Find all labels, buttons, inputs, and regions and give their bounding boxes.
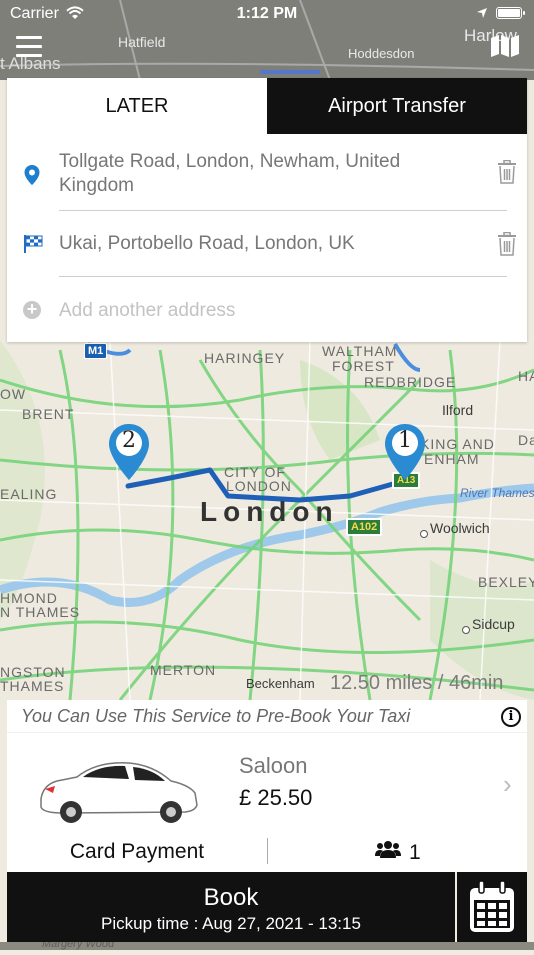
map-label-barking: KING AND — [420, 436, 495, 452]
road-sign-a102: A102 — [346, 518, 383, 536]
map-label-ealing: EALING — [0, 486, 58, 502]
map-label-ow: OW — [0, 386, 27, 402]
map-label-haringey: HARINGEY — [204, 350, 286, 366]
prebook-notice: You Can Use This Service to Pre-Book You… — [21, 706, 411, 726]
marker-2-label: 2 — [122, 428, 136, 453]
booking-type-tabs: LATER Airport Transfer — [7, 78, 527, 134]
vehicle-price: £ 25.50 — [239, 785, 313, 810]
map-icon[interactable] — [490, 34, 520, 58]
map-label-city-london: LONDON — [226, 478, 292, 494]
marker-2[interactable]: 2 — [106, 422, 152, 484]
add-address-placeholder: Add another address — [59, 300, 236, 321]
map-label-brent: BRENT — [22, 406, 75, 422]
location-pin-icon — [23, 164, 41, 191]
payment-divider — [267, 838, 268, 864]
map-label-dagenham: ENHAM — [424, 451, 480, 467]
address-card: LATER Airport Transfer Tollgate Road, Lo… — [7, 78, 527, 342]
map-label-woolwich: Woolwich — [430, 520, 490, 536]
location-arrow-icon — [476, 6, 488, 24]
map-label-thames: N THAMES — [0, 604, 81, 620]
book-label: Book — [203, 884, 259, 911]
book-button[interactable]: Book Pickup time : Aug 27, 2021 - 13:15 — [7, 872, 455, 942]
road-sign-m1: M1 — [84, 343, 108, 359]
map-label-thames-2: THAMES — [0, 678, 65, 694]
chevron-right-icon[interactable]: › — [503, 769, 512, 800]
calendar-button[interactable] — [457, 872, 527, 942]
map-label-forest: FOREST — [332, 358, 395, 374]
dropoff-address-text: Ukai, Portobello Road, London, UK — [59, 233, 355, 254]
payment-method[interactable]: Card Payment — [7, 840, 267, 864]
battery-icon — [496, 7, 525, 19]
plus-circle-icon: + — [23, 300, 41, 319]
map-label-redbridge: REDBRIDGE — [364, 374, 457, 390]
passenger-count[interactable]: 1 — [375, 840, 421, 866]
users-icon — [375, 840, 401, 866]
checkered-flag-icon — [23, 234, 43, 259]
trash-icon[interactable] — [497, 231, 517, 261]
payment-row: Card Payment 1 — [7, 834, 527, 872]
map-label-ilford: Ilford — [442, 402, 474, 418]
tab-later[interactable]: LATER — [7, 78, 267, 134]
pickup-address-row[interactable]: Tollgate Road, London, Newham, United Ki… — [7, 148, 527, 208]
marker-1[interactable]: 1 — [382, 422, 428, 484]
trash-icon[interactable] — [497, 159, 517, 189]
map-label-merton: MERTON — [150, 662, 217, 678]
address-divider — [59, 276, 507, 277]
map-label-beckenham: Beckenham — [246, 676, 315, 691]
pickup-time: Pickup time : Aug 27, 2021 - 13:15 — [101, 914, 361, 933]
status-bar: Carrier 1:12 PM — [0, 0, 534, 28]
route-distance-time: 12.50 miles / 46min — [330, 672, 504, 694]
dropoff-address-row[interactable]: Ukai, Portobello Road, London, UK — [7, 228, 527, 268]
marker-1-label: 1 — [398, 428, 412, 453]
passenger-count-value: 1 — [409, 841, 421, 864]
map-label-london: London — [200, 496, 339, 527]
pickup-address-text: Tollgate Road, London, Newham, United Ki… — [59, 151, 401, 196]
info-icon[interactable]: i — [501, 707, 521, 727]
tab-airport-transfer[interactable]: Airport Transfer — [267, 78, 527, 134]
map-dot-woolwich — [420, 530, 428, 538]
car-image — [33, 757, 203, 827]
menu-icon[interactable] — [16, 36, 42, 58]
map-label-ha: HA — [518, 368, 534, 384]
vehicle-panel: You Can Use This Service to Pre-Book You… — [7, 700, 527, 872]
calendar-icon — [468, 880, 516, 939]
vehicle-option[interactable]: Saloon £ 25.50 › — [7, 732, 527, 835]
map-label-da: Da — [518, 432, 534, 448]
map-dot-sidcup — [462, 626, 470, 634]
map-label-walthamstow: WALTHAM — [322, 343, 398, 359]
map-label-sidcup: Sidcup — [472, 616, 515, 632]
vehicle-name: Saloon — [239, 753, 308, 778]
map-label-hoddesdon: Hoddesdon — [348, 46, 415, 61]
map-label-bexley: BEXLEY — [478, 574, 534, 590]
address-divider — [59, 210, 507, 211]
map-label-river-thames: River Thames — [460, 486, 534, 500]
map-label-hatfield: Hatfield — [118, 34, 166, 50]
add-address-row[interactable]: + Add another address — [7, 298, 527, 328]
clock: 1:12 PM — [236, 5, 298, 22]
